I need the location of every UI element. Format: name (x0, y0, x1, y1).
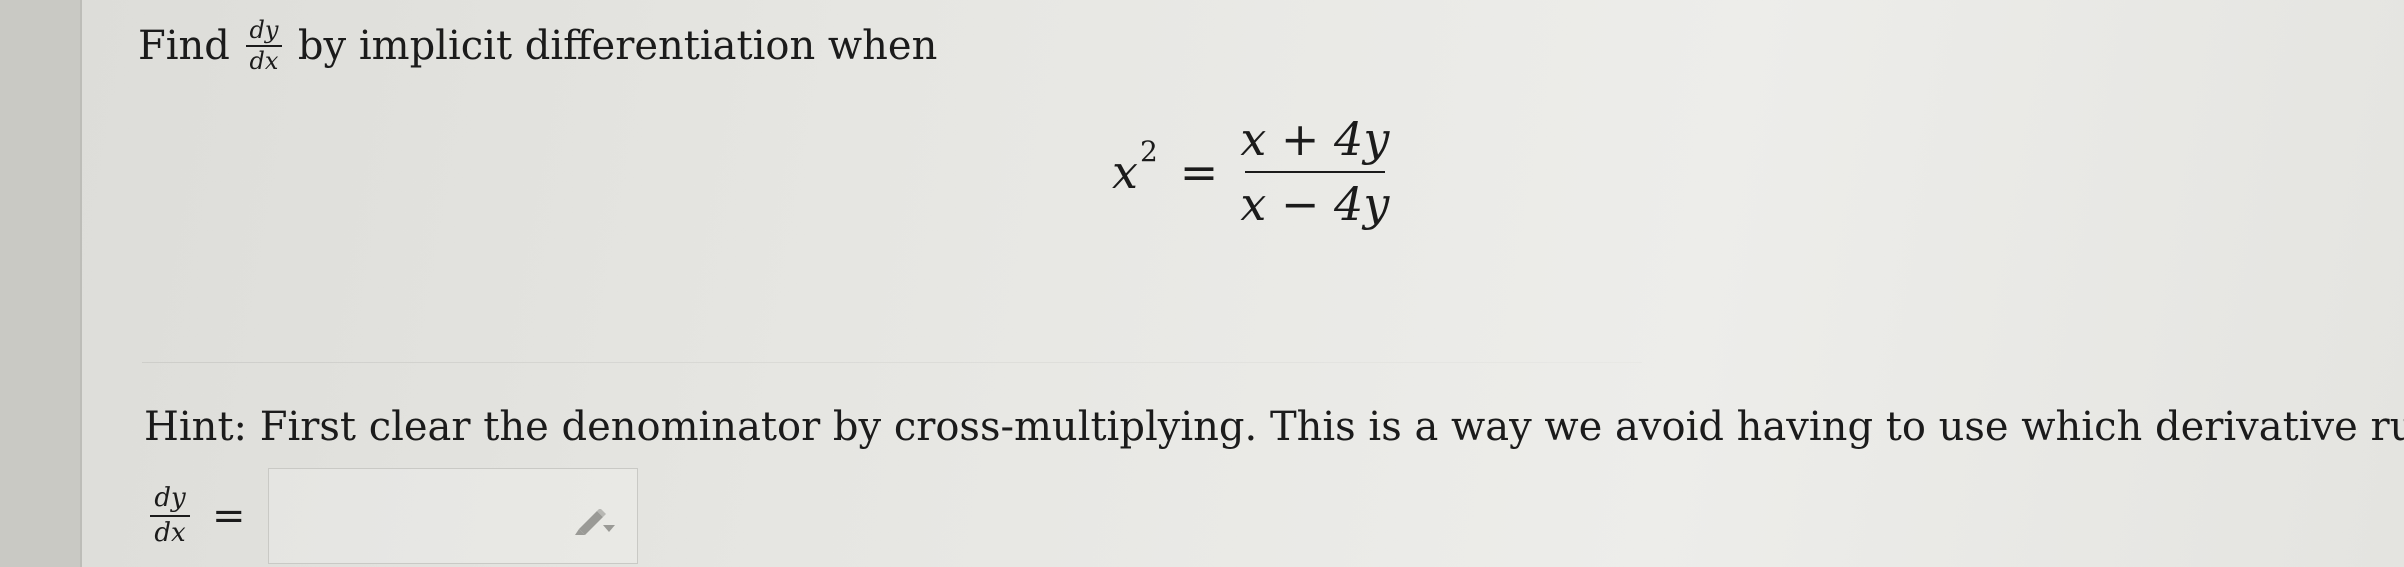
fraction-numerator: dy (249, 16, 279, 44)
answer-input[interactable] (267, 468, 638, 564)
lhs-base: x (1112, 145, 1138, 200)
hint-text: Hint: First clear the denominator by cro… (144, 404, 2404, 450)
rhs-fraction-bar (1244, 171, 1385, 174)
equation-lhs: x2 (1112, 135, 1158, 200)
equals-sign: = (1179, 145, 1219, 200)
question-prefix: Find (138, 23, 230, 70)
fraction-denominator: dx (249, 47, 279, 76)
dy-dx-fraction: dy dx (245, 16, 282, 76)
question-text: Find dy dx by implicit differentiation w… (138, 16, 938, 76)
lhs-exponent: 2 (1139, 135, 1158, 169)
rhs-denominator: x − 4y (1240, 177, 1390, 232)
answer-equals-sign: = (212, 493, 246, 539)
answer-label-fraction: dy dx (150, 482, 190, 548)
answer-row: dy dx = (150, 468, 638, 564)
section-divider (142, 362, 1642, 363)
left-margin-strip (0, 0, 82, 567)
answer-label-numerator: dy (154, 482, 186, 513)
given-equation: x2 = x + 4y x − 4y (1112, 112, 1389, 232)
question-suffix: by implicit differentiation when (297, 23, 938, 70)
question-panel: Find dy dx by implicit differentiation w… (82, 0, 2404, 567)
equation-rhs-fraction: x + 4y x − 4y (1240, 112, 1389, 232)
pencil-icon[interactable] (573, 509, 615, 535)
rhs-numerator: x + 4y (1240, 112, 1390, 166)
answer-label-denominator: dx (154, 518, 186, 548)
answer-label-bar (150, 515, 190, 517)
